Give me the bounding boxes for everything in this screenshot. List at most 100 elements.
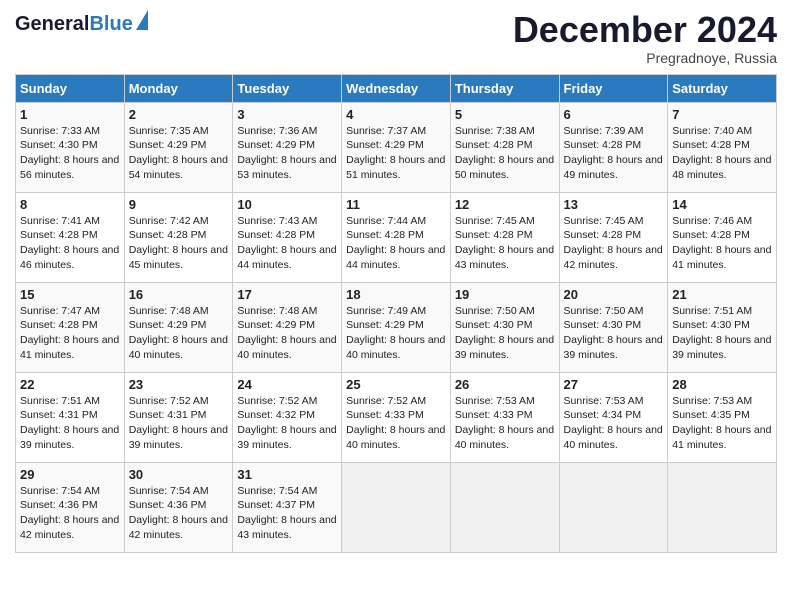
- calendar-cell: [559, 462, 668, 552]
- day-number: 14: [672, 197, 772, 212]
- sunset-text: Sunset: 4:35 PM: [672, 409, 750, 421]
- daylight-text: Daylight: 8 hours and 39 minutes.: [20, 424, 119, 451]
- sunset-text: Sunset: 4:28 PM: [455, 229, 533, 241]
- calendar-table: SundayMondayTuesdayWednesdayThursdayFrid…: [15, 74, 777, 553]
- calendar-week-row: 22Sunrise: 7:51 AMSunset: 4:31 PMDayligh…: [16, 372, 777, 462]
- sunset-text: Sunset: 4:28 PM: [564, 139, 642, 151]
- calendar-header-wednesday: Wednesday: [342, 74, 451, 102]
- calendar-cell: 8Sunrise: 7:41 AMSunset: 4:28 PMDaylight…: [16, 192, 125, 282]
- day-number: 12: [455, 197, 555, 212]
- sunset-text: Sunset: 4:28 PM: [455, 139, 533, 151]
- calendar-header-thursday: Thursday: [450, 74, 559, 102]
- sunset-text: Sunset: 4:29 PM: [346, 319, 424, 331]
- day-info: Sunrise: 7:54 AMSunset: 4:37 PMDaylight:…: [237, 484, 337, 543]
- sunrise-text: Sunrise: 7:54 AM: [20, 485, 100, 497]
- logo-general-text: General: [15, 13, 89, 36]
- day-number: 4: [346, 107, 446, 122]
- day-info: Sunrise: 7:48 AMSunset: 4:29 PMDaylight:…: [237, 304, 337, 363]
- sunset-text: Sunset: 4:29 PM: [346, 139, 424, 151]
- sunrise-text: Sunrise: 7:48 AM: [129, 305, 209, 317]
- day-info: Sunrise: 7:52 AMSunset: 4:31 PMDaylight:…: [129, 394, 229, 453]
- calendar-header-tuesday: Tuesday: [233, 74, 342, 102]
- day-info: Sunrise: 7:47 AMSunset: 4:28 PMDaylight:…: [20, 304, 120, 363]
- day-info: Sunrise: 7:54 AMSunset: 4:36 PMDaylight:…: [20, 484, 120, 543]
- sunrise-text: Sunrise: 7:52 AM: [129, 395, 209, 407]
- sunrise-text: Sunrise: 7:40 AM: [672, 125, 752, 137]
- day-info: Sunrise: 7:44 AMSunset: 4:28 PMDaylight:…: [346, 214, 446, 273]
- calendar-cell: 17 Sunrise: 7:48 AMSunset: 4:29 PMDayligh…: [233, 282, 342, 372]
- day-number: 25: [346, 377, 446, 392]
- day-number: 9: [129, 197, 229, 212]
- day-number: 31: [237, 467, 337, 482]
- sunset-text: Sunset: 4:33 PM: [346, 409, 424, 421]
- sunset-text: Sunset: 4:34 PM: [564, 409, 642, 421]
- calendar-cell: 9Sunrise: 7:42 AMSunset: 4:28 PMDaylight…: [124, 192, 233, 282]
- sunrise-text: Sunrise: 7:52 AM: [346, 395, 426, 407]
- day-info: Sunrise: 7:52 AM Sunset: 4:33 PM Daylight:…: [346, 394, 446, 453]
- day-number: 27: [564, 377, 664, 392]
- sunrise-text: Sunrise: 7:50 AM: [564, 305, 644, 317]
- day-number: 19: [455, 287, 555, 302]
- daylight-text: Daylight: 8 hours and 53 minutes.: [237, 154, 336, 181]
- day-number: 21: [672, 287, 772, 302]
- day-number: 11: [346, 197, 446, 212]
- calendar-cell: 15Sunrise: 7:47 AMSunset: 4:28 PMDayligh…: [16, 282, 125, 372]
- sunset-text: Sunset: 4:29 PM: [237, 319, 315, 331]
- calendar-cell: 25 Sunrise: 7:52 AM Sunset: 4:33 PM Dayligh…: [342, 372, 451, 462]
- sunset-text: Sunset: 4:29 PM: [129, 139, 207, 151]
- calendar-cell: 16Sunrise: 7:48 AMSunset: 4:29 PMDayligh…: [124, 282, 233, 372]
- daylight-text: Daylight: 8 hours and 43 minutes.: [455, 244, 554, 271]
- day-number: 30: [129, 467, 229, 482]
- logo: General Blue: [15, 10, 148, 36]
- sunrise-text: Sunrise: 7:33 AM: [20, 125, 100, 137]
- sunset-text: Sunset: 4:36 PM: [20, 499, 98, 511]
- day-number: 22: [20, 377, 120, 392]
- calendar-cell: 6Sunrise: 7:39 AMSunset: 4:28 PMDaylight…: [559, 102, 668, 192]
- daylight-text: Daylight: 8 hours and 41 minutes.: [672, 424, 771, 451]
- daylight-text: Daylight: 8 hours and 41 minutes.: [672, 244, 771, 271]
- calendar-cell: 2Sunrise: 7:35 AMSunset: 4:29 PMDaylight…: [124, 102, 233, 192]
- sunrise-text: Sunrise: 7:35 AM: [129, 125, 209, 137]
- daylight-text: Daylight: 8 hours and 43 minutes.: [237, 514, 336, 541]
- daylight-text: Daylight: 8 hours and 40 minutes.: [455, 424, 554, 451]
- sunrise-text: Sunrise: 7:51 AM: [672, 305, 752, 317]
- sunset-text: Sunset: 4:36 PM: [129, 499, 207, 511]
- calendar-cell: 22Sunrise: 7:51 AMSunset: 4:31 PMDayligh…: [16, 372, 125, 462]
- day-number: 6: [564, 107, 664, 122]
- calendar-header-monday: Monday: [124, 74, 233, 102]
- daylight-text: Daylight: 8 hours and 40 minutes.: [346, 424, 445, 451]
- calendar-cell: 1Sunrise: 7:33 AMSunset: 4:30 PMDaylight…: [16, 102, 125, 192]
- calendar-header-saturday: Saturday: [668, 74, 777, 102]
- daylight-text: Daylight: 8 hours and 40 minutes.: [237, 334, 336, 361]
- daylight-text: Daylight: 8 hours and 50 minutes.: [455, 154, 554, 181]
- daylight-text: Daylight: 8 hours and 44 minutes.: [237, 244, 336, 271]
- sunrise-text: Sunrise: 7:54 AM: [237, 485, 317, 497]
- day-info: Sunrise: 7:45 AMSunset: 4:28 PMDaylight:…: [564, 214, 664, 273]
- sunrise-text: Sunrise: 7:46 AM: [672, 215, 752, 227]
- calendar-cell: 11 Sunrise: 7:44 AMSunset: 4:28 PMDayligh…: [342, 192, 451, 282]
- page-header: General Blue December 2024 Pregradnoye, …: [15, 10, 777, 66]
- sunrise-text: Sunrise: 7:52 AM: [237, 395, 317, 407]
- sunset-text: Sunset: 4:28 PM: [20, 319, 98, 331]
- calendar-cell: 21Sunrise: 7:51 AMSunset: 4:30 PMDayligh…: [668, 282, 777, 372]
- day-info: Sunrise: 7:40 AMSunset: 4:28 PMDaylight:…: [672, 124, 772, 183]
- calendar-cell: 14 Sunrise: 7:46 AMSunset: 4:28 PMDayligh…: [668, 192, 777, 282]
- daylight-text: Daylight: 8 hours and 39 minutes.: [564, 334, 663, 361]
- day-number: 5: [455, 107, 555, 122]
- calendar-cell: 20Sunrise: 7:50 AMSunset: 4:30 PMDayligh…: [559, 282, 668, 372]
- sunset-text: Sunset: 4:28 PM: [20, 229, 98, 241]
- day-info: Sunrise: 7:35 AM Sunset: 4:29 PM Daylight:…: [129, 124, 229, 183]
- day-info: Sunrise: 7:49 AMSunset: 4:29 PMDaylight:…: [346, 304, 446, 363]
- day-info: Sunrise: 7:46 AMSunset: 4:28 PMDaylight:…: [672, 214, 772, 273]
- calendar-cell: 5Sunrise: 7:38 AMSunset: 4:28 PMDaylight…: [450, 102, 559, 192]
- calendar-cell: 10Sunrise: 7:43 AMSunset: 4:28 PMDayligh…: [233, 192, 342, 282]
- day-number: 10: [237, 197, 337, 212]
- daylight-text: Daylight: 8 hours and 54 minutes.: [129, 154, 228, 181]
- calendar-week-row: 1Sunrise: 7:33 AMSunset: 4:30 PMDaylight…: [16, 102, 777, 192]
- calendar-header-row: SundayMondayTuesdayWednesdayThursdayFrid…: [16, 74, 777, 102]
- day-number: 17: [237, 287, 337, 302]
- daylight-text: Daylight: 8 hours and 39 minutes.: [237, 424, 336, 451]
- day-info: Sunrise: 7:48 AMSunset: 4:29 PMDaylight:…: [129, 304, 229, 363]
- sunrise-text: Sunrise: 7:47 AM: [20, 305, 100, 317]
- sunset-text: Sunset: 4:30 PM: [564, 319, 642, 331]
